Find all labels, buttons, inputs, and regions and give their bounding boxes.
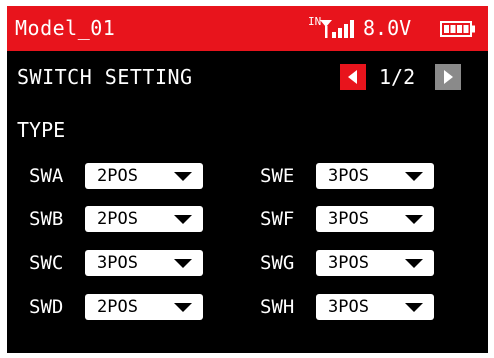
switch-label: SWA <box>29 165 64 187</box>
prev-page-button[interactable] <box>340 64 366 90</box>
chevron-down-icon <box>174 215 192 224</box>
switch-type-value: 3POS <box>328 253 369 273</box>
switch-row-swf: SWF 3POS <box>260 206 440 232</box>
chevron-down-icon <box>405 215 423 224</box>
chevron-down-icon <box>174 259 192 268</box>
next-page-button[interactable] <box>435 64 461 90</box>
triangle-left-icon <box>348 70 357 84</box>
model-name: Model_01 <box>15 16 116 40</box>
switch-type-value: 2POS <box>97 209 138 229</box>
antenna-signal-icon <box>320 20 354 38</box>
chevron-down-icon <box>174 172 192 181</box>
chevron-down-icon <box>405 172 423 181</box>
page-indicator: 1/2 <box>379 65 416 89</box>
page-title: SWITCH SETTING <box>17 65 193 89</box>
switch-label: SWB <box>29 208 64 230</box>
switch-row-swh: SWH 3POS <box>260 294 440 320</box>
switch-row-swb: SWB 2POS <box>29 206 209 232</box>
chevron-down-icon <box>174 303 192 312</box>
switch-type-value: 3POS <box>328 209 369 229</box>
page-title-row: SWITCH SETTING 1/2 <box>7 58 488 98</box>
switch-type-value: 3POS <box>328 297 369 317</box>
switch-label: SWF <box>260 208 295 230</box>
switch-label: SWG <box>260 252 295 274</box>
switch-type-dropdown[interactable]: 3POS <box>316 250 434 276</box>
switch-label: SWE <box>260 165 295 187</box>
switch-label: SWC <box>29 252 64 274</box>
chevron-down-icon <box>405 259 423 268</box>
switch-label: SWD <box>29 296 64 318</box>
switch-type-dropdown[interactable]: 3POS <box>316 294 434 320</box>
switch-label: SWH <box>260 296 295 318</box>
switch-row-swd: SWD 2POS <box>29 294 209 320</box>
switch-type-dropdown[interactable]: 2POS <box>85 206 203 232</box>
battery-full-icon <box>440 21 475 37</box>
switch-row-swc: SWC 3POS <box>29 250 209 276</box>
switch-row-swg: SWG 3POS <box>260 250 440 276</box>
switch-type-value: 3POS <box>328 166 369 186</box>
switch-row-swa: SWA 2POS <box>29 163 209 189</box>
signal-indicator: IN <box>308 16 356 42</box>
switch-type-dropdown[interactable]: 3POS <box>85 250 203 276</box>
battery-voltage: 8.0V <box>363 16 412 40</box>
switch-type-value: 3POS <box>97 253 138 273</box>
switch-type-value: 2POS <box>97 297 138 317</box>
battery-indicator <box>440 21 476 37</box>
transmitter-screen: Model_01 IN 8.0V SWITCH SETTING 1/2 TYPE… <box>7 6 488 353</box>
triangle-right-icon <box>444 70 453 84</box>
switch-type-value: 2POS <box>97 166 138 186</box>
switch-type-dropdown[interactable]: 2POS <box>85 294 203 320</box>
status-bar: Model_01 IN 8.0V <box>7 6 488 51</box>
chevron-down-icon <box>405 303 423 312</box>
switch-row-swe: SWE 3POS <box>260 163 440 189</box>
switch-type-dropdown[interactable]: 3POS <box>316 206 434 232</box>
switch-type-dropdown[interactable]: 2POS <box>85 163 203 189</box>
type-section-label: TYPE <box>17 118 66 142</box>
switch-type-dropdown[interactable]: 3POS <box>316 163 434 189</box>
